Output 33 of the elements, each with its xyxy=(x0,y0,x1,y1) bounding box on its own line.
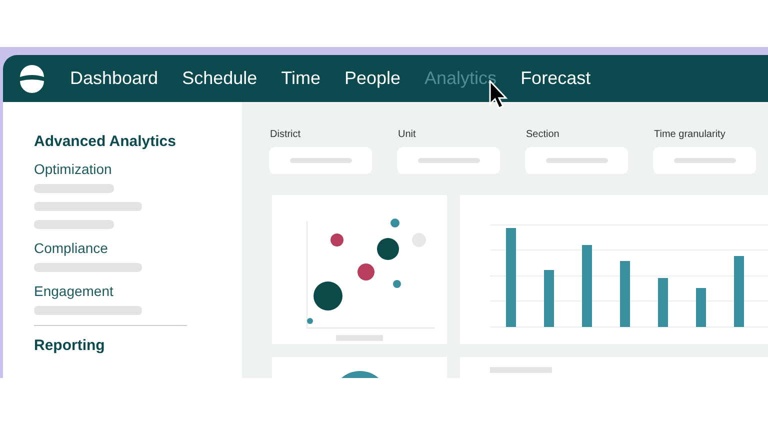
bubble xyxy=(330,234,343,246)
nav-tab[interactable]: Time xyxy=(281,65,320,92)
filter-label: Time granularity xyxy=(654,128,726,142)
bubble xyxy=(306,318,312,324)
filter-dropdown[interactable] xyxy=(269,147,372,174)
filter-dropdown[interactable] xyxy=(397,147,500,174)
bar xyxy=(620,261,630,327)
bubble xyxy=(392,280,400,288)
bar xyxy=(696,288,706,327)
nav-tab[interactable]: Schedule xyxy=(182,65,258,92)
filter-label: Section xyxy=(526,128,560,142)
bar xyxy=(544,270,554,327)
bubble xyxy=(357,264,374,280)
logo-icon xyxy=(18,64,46,92)
sidebar-item[interactable]: Engagement xyxy=(34,282,242,300)
bar xyxy=(658,278,668,327)
filter-dropdown[interactable] xyxy=(525,147,628,174)
filter-label: Unit xyxy=(398,128,417,142)
sidebar-item[interactable]: Compliance xyxy=(34,239,242,257)
nav-tab[interactable]: Dashboard xyxy=(70,65,158,92)
bar xyxy=(734,256,744,327)
nav-tab[interactable]: People xyxy=(344,65,401,92)
placeholder-bar xyxy=(490,367,552,373)
nav-tab[interactable]: Forecast xyxy=(520,65,591,92)
section-heading: Reporting xyxy=(34,336,106,356)
bubble xyxy=(390,218,399,228)
filter-label: District xyxy=(270,128,302,142)
placeholder-bar xyxy=(336,335,383,341)
bubble xyxy=(376,238,398,260)
bubble xyxy=(313,282,342,310)
section-heading: Advanced Analytics xyxy=(34,132,177,152)
sidebar-item[interactable]: Optimization xyxy=(34,160,242,178)
filter-dropdown[interactable] xyxy=(653,147,756,174)
